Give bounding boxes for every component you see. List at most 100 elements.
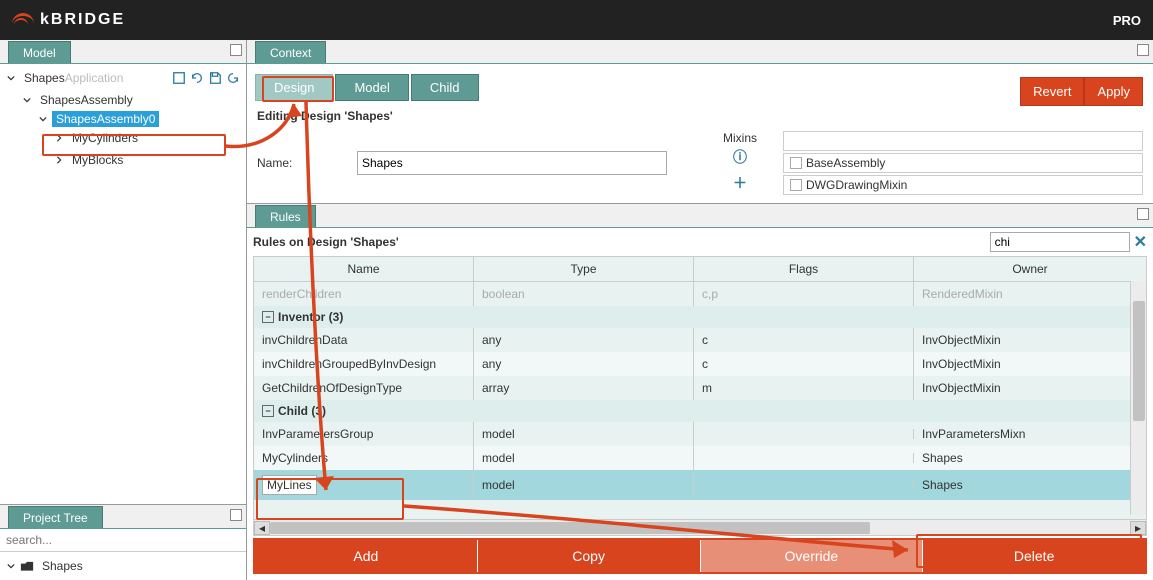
scroll-thumb[interactable] — [270, 522, 870, 534]
group-title: Inventor (3) — [278, 310, 343, 324]
cell-flags: c — [694, 328, 914, 352]
project-search-input[interactable] — [0, 529, 246, 552]
tab-rules[interactable]: Rules — [255, 205, 316, 227]
chevron-right-icon[interactable] — [54, 133, 64, 143]
plus-icon[interactable]: ＋ — [733, 173, 747, 193]
vertical-scrollbar[interactable] — [1130, 281, 1146, 515]
save-icon[interactable] — [208, 71, 222, 85]
info-icon[interactable]: ⓘ — [733, 147, 747, 167]
rules-body: renderChildren boolean c,p RenderedMixin… — [254, 282, 1146, 519]
topbar-right-text: PRO — [1113, 13, 1141, 28]
col-name[interactable]: Name — [254, 257, 474, 281]
cell-name: renderChildren — [254, 282, 474, 306]
cell-name: InvParametersGroup — [254, 422, 474, 446]
subtab-design[interactable]: Design — [255, 74, 333, 101]
project-row-shapes[interactable]: Shapes — [6, 558, 240, 574]
chevron-right-icon[interactable] — [54, 155, 64, 165]
cell-type: boolean — [474, 282, 694, 306]
chevron-down-icon[interactable] — [22, 95, 32, 105]
checkbox-icon[interactable] — [790, 179, 802, 191]
scroll-right-icon[interactable]: ▸ — [1130, 521, 1146, 535]
chevron-down-icon[interactable] — [38, 114, 48, 124]
horizontal-scrollbar[interactable]: ◂ ▸ — [254, 519, 1146, 535]
project-label: Shapes — [38, 558, 87, 574]
col-type[interactable]: Type — [474, 257, 694, 281]
col-owner[interactable]: Owner — [914, 257, 1146, 281]
scroll-thumb[interactable] — [1133, 301, 1145, 421]
group-row-child[interactable]: −Child (3) — [254, 400, 1146, 422]
checkbox-icon[interactable] — [790, 157, 802, 169]
override-button[interactable]: Override — [701, 540, 924, 572]
delete-button[interactable]: Delete — [923, 540, 1145, 572]
tree-row-myblocks[interactable]: MyBlocks — [54, 152, 240, 168]
tree-label: ShapesAssembly — [36, 92, 137, 108]
cell-owner: RenderedMixin — [914, 282, 1146, 306]
name-input[interactable] — [357, 151, 667, 175]
table-row[interactable]: MyCylindersmodelShapes — [254, 446, 1146, 470]
cell-name: GetChildrenOfDesignType — [254, 376, 474, 400]
collapse-icon[interactable]: − — [262, 405, 274, 417]
refresh-icon[interactable] — [190, 71, 204, 85]
cell-type: model — [474, 422, 694, 446]
tree-row-shapesassembly[interactable]: ShapesAssembly — [22, 92, 240, 108]
logo-arc-icon — [12, 13, 34, 27]
mixin-row-dwgdrawingmixin[interactable]: DWGDrawingMixin — [783, 175, 1143, 195]
cell-flags: m — [694, 376, 914, 400]
revert-button[interactable]: Revert — [1020, 77, 1084, 106]
tree-label-selected: ShapesAssembly0 — [52, 111, 159, 127]
context-panel-tabstrip: Context — [247, 40, 1153, 64]
brand-logo: kBRIDGE — [12, 11, 125, 29]
rules-search-input[interactable] — [990, 232, 1130, 252]
table-row-selected[interactable]: MyLinesmodelShapes — [254, 470, 1146, 500]
context-panel-ctrl-icon[interactable] — [1137, 44, 1149, 56]
collapse-icon[interactable]: − — [262, 311, 274, 323]
subtab-model[interactable]: Model — [335, 74, 408, 101]
table-row[interactable]: invChildrenDataanycInvObjectMixin — [254, 328, 1146, 352]
scroll-left-icon[interactable]: ◂ — [254, 521, 270, 535]
tree-label: MyBlocks — [68, 152, 127, 168]
subtab-child[interactable]: Child — [411, 74, 479, 101]
group-title: Child (3) — [278, 404, 326, 418]
tab-project-tree[interactable]: Project Tree — [8, 506, 103, 528]
cell-flags — [694, 453, 914, 463]
table-row[interactable]: GetChildrenOfDesignTypearraymInvObjectMi… — [254, 376, 1146, 400]
col-flags[interactable]: Flags — [694, 257, 914, 281]
mixin-label: BaseAssembly — [806, 156, 885, 170]
table-row[interactable]: InvParametersGroupmodel InvParametersMixn — [254, 422, 1146, 446]
tree-root-row[interactable]: ShapesApplication — [6, 70, 127, 86]
model-panel-min-icon[interactable] — [230, 44, 242, 56]
rules-action-bar: Add Copy Override Delete — [253, 538, 1147, 574]
chevron-down-icon[interactable] — [6, 73, 16, 83]
folder-icon — [20, 560, 34, 572]
cell-name: MyCylinders — [254, 446, 474, 470]
project-panel-ctrl-icon[interactable] — [230, 509, 242, 521]
copy-button[interactable]: Copy — [478, 540, 701, 572]
clear-search-icon[interactable]: ✕ — [1134, 232, 1147, 252]
tree-row-mycylinders[interactable]: MyCylinders — [54, 130, 240, 146]
tab-model[interactable]: Model — [8, 41, 71, 63]
cell-owner: InvObjectMixin — [914, 376, 1146, 400]
mixin-input-empty[interactable] — [783, 131, 1143, 151]
view-icon[interactable] — [172, 71, 186, 85]
chevron-down-icon[interactable] — [6, 561, 16, 571]
cell-owner: Shapes — [914, 473, 1146, 497]
tree-root-label: ShapesApplication — [20, 70, 127, 86]
group-row-inventor[interactable]: −Inventor (3) — [254, 306, 1146, 328]
rules-panel-tabstrip: Rules — [247, 204, 1153, 228]
add-button[interactable]: Add — [255, 540, 478, 572]
cell-owner: InvParametersMixn — [914, 422, 1146, 446]
cell-name-editing[interactable]: MyLines — [254, 470, 474, 500]
cell-type: model — [474, 446, 694, 470]
tree-row-shapesassembly0[interactable]: ShapesAssembly0 — [38, 111, 240, 127]
rules-panel-ctrl-icon[interactable] — [1137, 208, 1149, 220]
rules-heading: Rules on Design 'Shapes' — [253, 235, 399, 249]
model-panel-tabstrip: Model — [0, 40, 246, 64]
refresh2-icon[interactable] — [226, 71, 240, 85]
name-label: Name: — [257, 156, 357, 170]
table-row[interactable]: renderChildren boolean c,p RenderedMixin — [254, 282, 1146, 306]
mixin-row-baseassembly[interactable]: BaseAssembly — [783, 153, 1143, 173]
table-row[interactable]: invChildrenGroupedByInvDesignanycInvObje… — [254, 352, 1146, 376]
mixin-label: DWGDrawingMixin — [806, 178, 907, 192]
apply-button[interactable]: Apply — [1084, 77, 1143, 106]
tab-context[interactable]: Context — [255, 41, 326, 63]
